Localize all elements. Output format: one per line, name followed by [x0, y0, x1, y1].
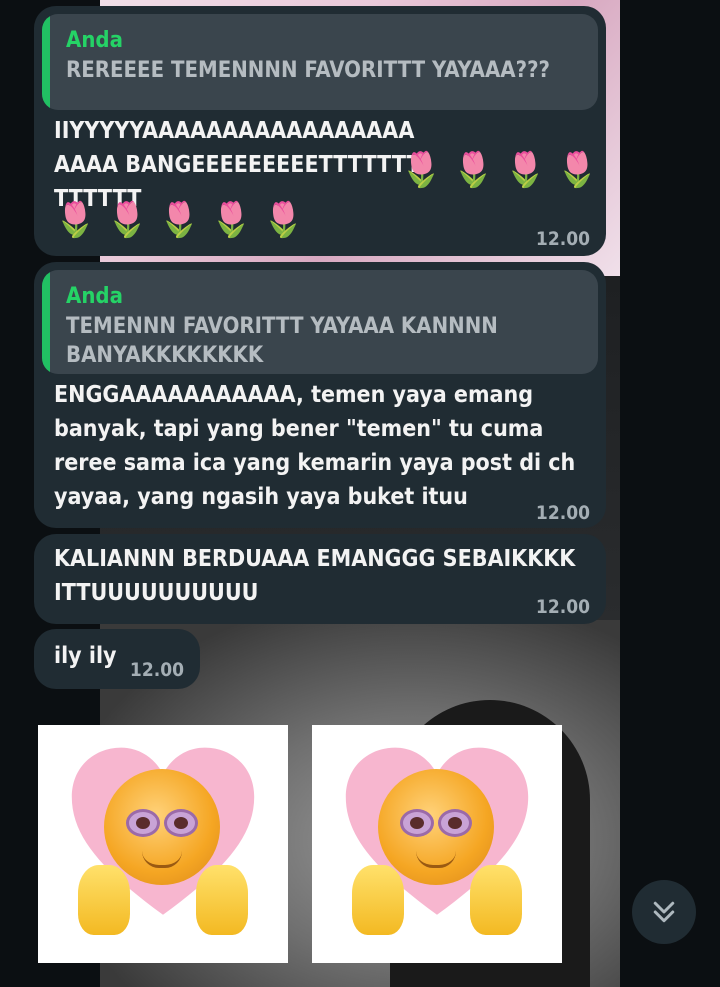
love-face-sticker[interactable]: [312, 725, 562, 963]
quote-text: REREEEE TEMENNNN FAVORITTT YAYAAA???: [66, 58, 551, 83]
scroll-to-bottom-button[interactable]: [632, 880, 696, 944]
eye: [438, 809, 472, 837]
message-bubble[interactable]: Anda TEMENNN FAVORITTT YAYAAA KANNNN BAN…: [34, 262, 606, 528]
eye: [126, 809, 160, 837]
message-time: 12.00: [535, 596, 590, 618]
quote-text: TEMENNN FAVORITTT YAYAAA KANNNN BANYAKKK…: [66, 314, 498, 368]
tulip-emoji-row: 🌷 🌷 🌷 🌷: [400, 150, 599, 190]
quoted-message[interactable]: Anda REREEEE TEMENNNN FAVORITTT YAYAAA??…: [42, 14, 598, 110]
quote-author: Anda: [66, 284, 123, 309]
message-time: 12.00: [535, 228, 590, 250]
message-text: KALIANNN BERDUAAA EMANGGG SEBAIKKKK ITTU…: [54, 546, 576, 606]
message-bubble[interactable]: KALIANNN BERDUAAA EMANGGG SEBAIKKKK ITTU…: [34, 534, 606, 624]
smiley-face: [378, 769, 494, 885]
hand: [352, 865, 404, 935]
mouth: [416, 851, 456, 868]
message-bubble[interactable]: ily ily 12.00: [34, 629, 200, 689]
message-time: 12.00: [535, 502, 590, 524]
hand: [470, 865, 522, 935]
love-face-sticker[interactable]: [38, 725, 288, 963]
tulip-emoji-row: 🌷 🌷 🌷 🌷 🌷: [54, 200, 305, 240]
eye: [164, 809, 198, 837]
mouth: [142, 851, 182, 868]
hand: [78, 865, 130, 935]
smiley-face: [104, 769, 220, 885]
quote-author: Anda: [66, 28, 123, 53]
hand: [196, 865, 248, 935]
quoted-message[interactable]: Anda TEMENNN FAVORITTT YAYAAA KANNNN BAN…: [42, 270, 598, 374]
message-bubble[interactable]: Anda REREEEE TEMENNNN FAVORITTT YAYAAA??…: [34, 6, 606, 256]
message-text: ENGGAAAAAAAAAAA, temen yaya emang banyak…: [54, 382, 576, 510]
double-chevron-down-icon: [653, 901, 675, 923]
message-time: 12.00: [129, 659, 184, 681]
eye: [400, 809, 434, 837]
